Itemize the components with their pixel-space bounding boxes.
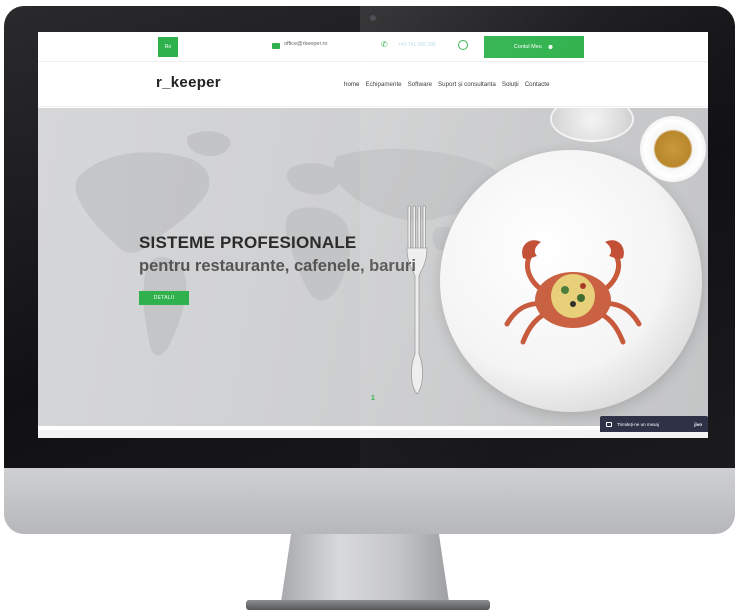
nav-item-home[interactable]: home [344, 81, 359, 88]
chat-brand: jivo [694, 421, 702, 427]
account-button[interactable]: Contul Meu ☻ [484, 36, 584, 58]
language-button[interactable]: Ro [158, 37, 178, 57]
top-contact-bar: Ro office@rkeeper.ro ✆ +40 741 095 298 C… [38, 32, 708, 62]
chat-label: Trimiteți-ne un mesaj [617, 421, 659, 427]
phone-link[interactable]: +40 741 095 298 [398, 42, 436, 48]
hero-subtitle: pentru restaurante, cafenele, baruri [139, 257, 416, 275]
camera-icon [370, 15, 376, 21]
details-button[interactable]: DETALII [139, 291, 189, 305]
nav-menu: home Echipamente Software Suport și cons… [344, 81, 549, 88]
nav-item-software[interactable]: Software [408, 81, 432, 88]
envelope-icon [606, 421, 612, 427]
main-navigation: r_keeper home Echipamente Software Supor… [38, 63, 708, 107]
email-link[interactable]: office@rkeeper.ro [284, 41, 327, 47]
nav-item-echipamente[interactable]: Echipamente [365, 81, 401, 88]
nav-item-solutii[interactable]: Soluții [502, 81, 519, 88]
monitor-stand [281, 534, 449, 602]
whatsapp-icon[interactable] [458, 40, 468, 50]
phone-icon: ✆ [381, 40, 388, 49]
account-button-label: Contul Meu [513, 44, 542, 50]
soup-bowl-image [640, 116, 706, 182]
mail-icon [272, 43, 280, 49]
nav-item-contacte[interactable]: Contacte [525, 81, 550, 88]
site-logo[interactable]: r_keeper [156, 74, 221, 91]
nav-item-suport[interactable]: Suport și consultanta [438, 81, 496, 88]
fork-image [406, 205, 428, 395]
chat-widget[interactable]: Trimiteți-ne un mesaj jivo [600, 416, 708, 432]
hero-slider: SISTEME PROFESIONALE pentru restaurante,… [38, 108, 708, 426]
monitor-chin [4, 468, 735, 534]
slide-indicator[interactable]: 1 [371, 395, 375, 402]
monitor-mockup: Ro office@rkeeper.ro ✆ +40 741 095 298 C… [0, 0, 735, 616]
monitor-foot [246, 600, 490, 610]
user-icon: ☻ [546, 43, 555, 51]
browser-viewport: Ro office@rkeeper.ro ✆ +40 741 095 298 C… [38, 32, 708, 438]
crab-dish-image [504, 240, 642, 345]
hero-title: SISTEME PROFESIONALE [139, 233, 357, 252]
